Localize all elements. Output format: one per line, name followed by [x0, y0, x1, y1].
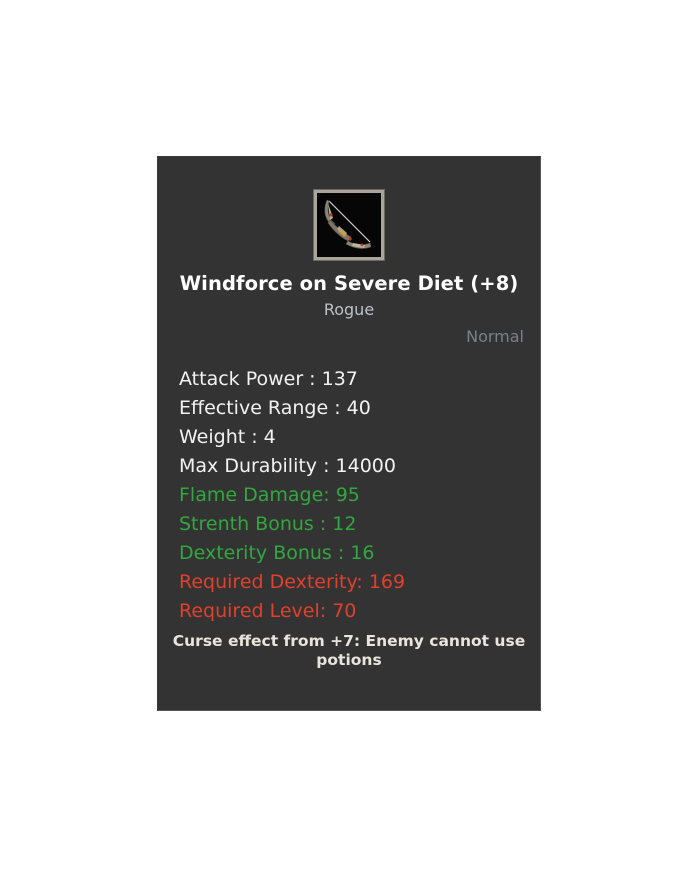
item-icon-container: [158, 157, 540, 260]
bow-weapon-icon: [314, 190, 384, 260]
item-rarity-label: Normal: [466, 326, 524, 346]
item-title: Windforce on Severe Diet (+8): [179, 272, 519, 295]
item-class-restriction: Rogue: [323, 300, 375, 320]
stat-row: Attack Power : 137: [179, 368, 358, 391]
item-tooltip-panel: Windforce on Severe Diet (+8) Rogue Norm…: [157, 156, 541, 711]
stat-row: Flame Damage: 95: [179, 484, 360, 507]
stat-row: Required Level: 70: [179, 600, 357, 623]
stat-row: Strenth Bonus : 12: [179, 513, 357, 536]
stat-row: Dexterity Bonus : 16: [179, 542, 375, 565]
item-stats-list: Attack Power : 137 Effective Range : 40 …: [158, 365, 540, 626]
stat-row: Weight : 4: [179, 426, 276, 449]
stat-row: Required Dexterity: 169: [179, 571, 406, 594]
stat-row: Max Durability : 14000: [179, 455, 396, 478]
curse-effect-text: Curse effect from +7: Enemy cannot use p…: [172, 632, 526, 669]
stat-row: Effective Range : 40: [179, 397, 371, 420]
